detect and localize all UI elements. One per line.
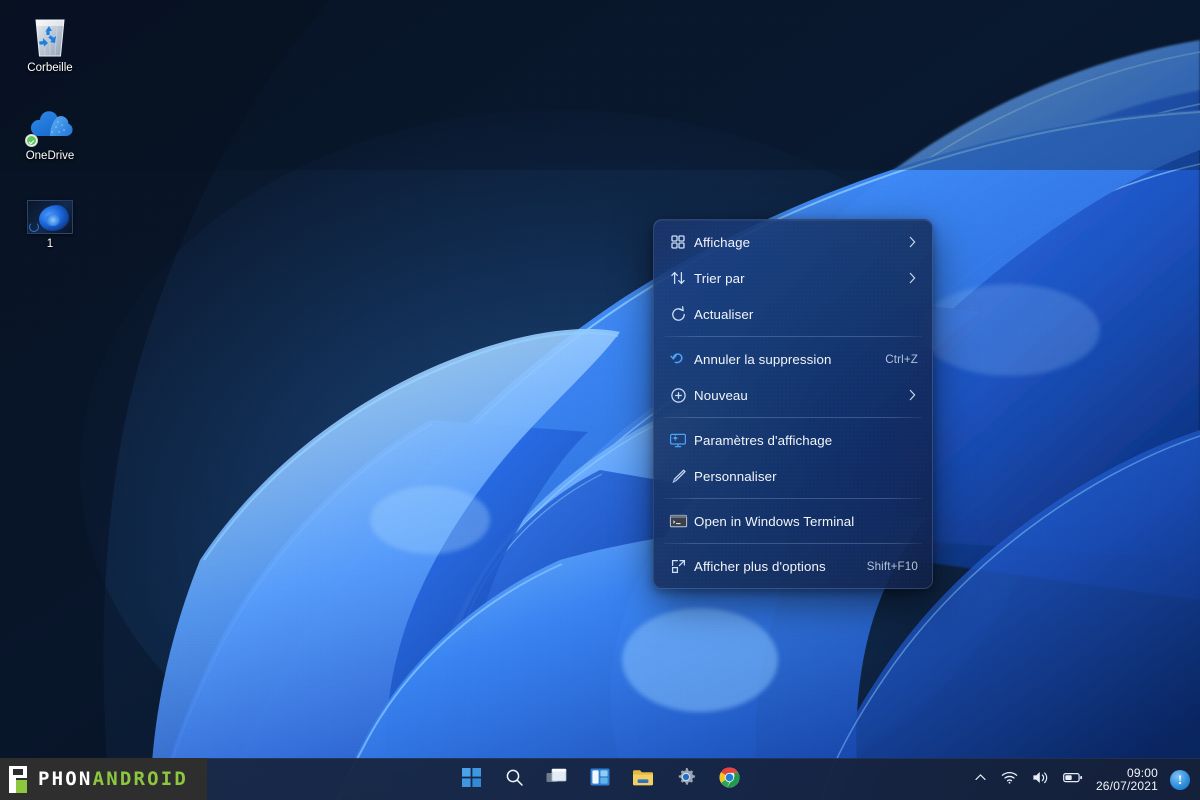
widgets-icon <box>590 768 610 791</box>
menu-item-actualiser[interactable]: Actualiser <box>658 296 928 332</box>
file-explorer-button[interactable] <box>623 761 663 799</box>
menu-item-label: Actualiser <box>694 306 754 322</box>
menu-item-label: Paramètres d'affichage <box>694 432 833 448</box>
chrome-button[interactable] <box>709 761 749 799</box>
tray-overflow-button[interactable] <box>967 763 994 797</box>
terminal-icon <box>664 511 692 531</box>
onedrive-cloud-icon <box>25 98 74 147</box>
chrome-icon <box>719 767 740 793</box>
clock[interactable]: 09:00 26/07/2021 <box>1090 763 1166 797</box>
wallpaper-image <box>0 0 1200 800</box>
chevron-right-icon <box>906 236 918 248</box>
system-tray[interactable]: 09:00 26/07/2021 ! <box>967 759 1200 800</box>
context-menu-group: Annuler la suppression Ctrl+Z Nouveau <box>658 341 928 413</box>
menu-separator <box>664 498 922 499</box>
windows-logo-icon <box>461 767 481 792</box>
clock-time: 09:00 <box>1126 765 1158 780</box>
menu-item-personnaliser[interactable]: Personnaliser <box>658 458 928 494</box>
paintbrush-icon <box>664 466 692 486</box>
volume-button[interactable] <box>1025 763 1056 797</box>
refresh-icon <box>664 304 692 324</box>
desktop-icon-recycle-bin[interactable]: Corbeille <box>8 6 92 78</box>
menu-item-shortcut: Shift+F10 <box>866 559 918 573</box>
desktop-icon-grid: Corbeille OneDrive 1 <box>8 6 92 254</box>
wifi-button[interactable] <box>994 763 1025 797</box>
widgets-button[interactable] <box>580 761 620 799</box>
recycle-bin-icon <box>26 10 74 58</box>
menu-item-parametres-daffichage[interactable]: Paramètres d'affichage <box>658 422 928 458</box>
task-view-icon <box>546 768 568 792</box>
menu-item-nouveau[interactable]: Nouveau <box>658 377 928 413</box>
menu-item-label: Affichage <box>694 234 751 250</box>
menu-item-afficher-plus-doptions[interactable]: Afficher plus d'options Shift+F10 <box>658 548 928 584</box>
menu-item-label: Trier par <box>694 270 745 286</box>
context-menu-group: Affichage Trier par Actualiser <box>658 224 928 332</box>
chevron-right-icon <box>906 272 918 284</box>
desktop-context-menu[interactable]: Affichage Trier par Actualiser Annuler l… <box>653 219 933 589</box>
watermark-text-white: PHON <box>38 768 93 790</box>
menu-item-affichage[interactable]: Affichage <box>658 224 928 260</box>
watermark-text-green: ANDROID <box>92 768 189 790</box>
battery-button[interactable] <box>1056 763 1090 797</box>
menu-separator <box>664 336 922 337</box>
desktop-icon-label: 1 <box>46 238 54 250</box>
clock-date: 26/07/2021 <box>1095 778 1158 793</box>
menu-separator <box>664 543 922 544</box>
speaker-icon <box>1032 770 1049 790</box>
menu-item-label: Annuler la suppression <box>694 351 832 367</box>
watermark-text: PHONANDROID <box>34 768 188 790</box>
task-view-button[interactable] <box>537 761 577 799</box>
menu-separator <box>664 417 922 418</box>
grid-view-icon <box>664 232 692 252</box>
sort-arrows-icon <box>664 268 692 288</box>
desktop-icon-image-file[interactable]: 1 <box>8 182 92 254</box>
start-button[interactable] <box>451 761 491 799</box>
menu-item-trier-par[interactable]: Trier par <box>658 260 928 296</box>
settings-button[interactable] <box>666 761 706 799</box>
chevron-right-icon <box>906 389 918 401</box>
folder-icon <box>632 768 654 792</box>
menu-item-label: Personnaliser <box>694 468 777 484</box>
desktop[interactable]: Corbeille OneDrive 1 Affichage Trier par… <box>0 0 1200 800</box>
search-icon <box>505 768 524 792</box>
menu-item-label: Nouveau <box>694 387 748 403</box>
plus-circle-icon <box>664 385 692 405</box>
wifi-icon <box>1001 770 1018 790</box>
chevron-up-icon <box>974 771 987 789</box>
desktop-icon-label: OneDrive <box>25 150 75 162</box>
notification-badge[interactable]: ! <box>1170 769 1190 790</box>
desktop-icon-onedrive[interactable]: OneDrive <box>8 94 92 166</box>
undo-icon <box>664 349 692 369</box>
sync-complete-badge <box>25 134 38 147</box>
image-file-thumbnail <box>26 186 74 234</box>
search-button[interactable] <box>494 761 534 799</box>
menu-item-shortcut: Ctrl+Z <box>885 352 918 366</box>
phonandroid-p-logo <box>0 758 34 800</box>
menu-item-label: Afficher plus d'options <box>694 558 826 574</box>
gear-icon <box>676 767 696 792</box>
context-menu-group: Open in Windows Terminal <box>658 503 928 539</box>
context-menu-group: Paramètres d'affichage Personnaliser <box>658 422 928 494</box>
phonandroid-watermark: PHONANDROID <box>0 758 207 800</box>
expand-options-icon <box>664 556 692 576</box>
menu-item-label: Open in Windows Terminal <box>694 513 855 529</box>
battery-icon <box>1063 771 1083 789</box>
taskbar-center-buttons <box>451 759 749 800</box>
menu-item-annuler-la-suppression[interactable]: Annuler la suppression Ctrl+Z <box>658 341 928 377</box>
monitor-settings-icon <box>664 430 692 450</box>
desktop-icon-label: Corbeille <box>27 62 73 74</box>
context-menu-group: Afficher plus d'options Shift+F10 <box>658 548 928 584</box>
menu-item-open-in-windows-terminal[interactable]: Open in Windows Terminal <box>658 503 928 539</box>
